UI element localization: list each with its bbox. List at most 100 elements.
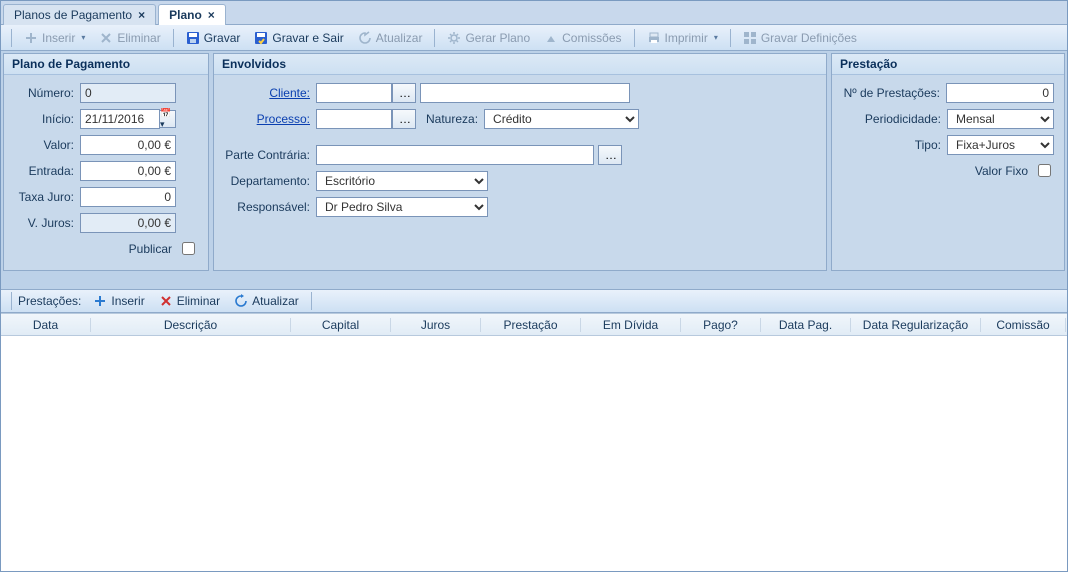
grid-col-data-pag-[interactable]: Data Pag.: [761, 318, 851, 332]
taxa-juro-label: Taxa Juro:: [14, 190, 74, 204]
close-icon[interactable]: ×: [138, 8, 145, 22]
taxa-juro-field[interactable]: [80, 187, 176, 207]
parte-lookup-button[interactable]: …: [598, 145, 622, 165]
sub-inserir-button[interactable]: Inserir: [87, 292, 150, 310]
gravar-sair-button[interactable]: Gravar e Sair: [248, 29, 349, 47]
panel-title: Prestação: [832, 54, 1064, 75]
sub-eliminar-button[interactable]: Eliminar: [153, 292, 226, 310]
vjuros-label: V. Juros:: [14, 216, 74, 230]
natureza-select[interactable]: Crédito: [484, 109, 639, 129]
btn-label: Comissões: [562, 31, 621, 45]
gerar-plano-button[interactable]: Gerar Plano: [441, 29, 536, 47]
grid-header: DataDescriçãoCapitalJurosPrestaçãoEm Dív…: [1, 314, 1067, 336]
departamento-label: Departamento:: [224, 174, 310, 188]
inicio-datepicker[interactable]: 📅▾: [80, 109, 176, 129]
valor-field[interactable]: [80, 135, 176, 155]
dropdown-icon[interactable]: ▾: [81, 33, 85, 42]
periodicidade-label: Periodicidade:: [842, 112, 941, 126]
vjuros-field: [80, 213, 176, 233]
parte-contraria-label: Parte Contrária:: [224, 148, 310, 162]
departamento-select[interactable]: Escritório: [316, 171, 488, 191]
valor-label: Valor:: [14, 138, 74, 152]
panels: Plano de Pagamento Número: Início: 📅▾ Va…: [1, 51, 1067, 273]
publicar-checkbox[interactable]: [182, 242, 195, 255]
grid-col-em-d-vida[interactable]: Em Dívida: [581, 318, 681, 332]
gravar-definicoes-button[interactable]: Gravar Definições: [737, 29, 863, 47]
inicio-input[interactable]: [80, 109, 160, 129]
save-icon: [186, 31, 200, 45]
prestacoes-label: Prestações:: [18, 294, 81, 308]
grid-col-descri-o[interactable]: Descrição: [91, 318, 291, 332]
refresh-icon: [358, 31, 372, 45]
cliente-link[interactable]: Cliente:: [224, 86, 310, 100]
nprestacoes-label: Nº de Prestações:: [842, 86, 940, 100]
panel-prestacao: Prestação Nº de Prestações: Periodicidad…: [831, 53, 1065, 271]
eliminar-button[interactable]: Eliminar: [93, 29, 166, 47]
gravar-button[interactable]: Gravar: [180, 29, 247, 47]
prestacoes-toolbar: Prestações: Inserir Eliminar Atualizar: [1, 289, 1067, 313]
responsavel-label: Responsável:: [224, 200, 310, 214]
save-settings-icon: [743, 31, 757, 45]
prestacoes-grid: DataDescriçãoCapitalJurosPrestaçãoEm Dív…: [1, 313, 1067, 571]
cliente-lookup-button[interactable]: …: [392, 83, 416, 103]
panel-title: Envolvidos: [214, 54, 826, 75]
responsavel-select[interactable]: Dr Pedro Silva: [316, 197, 488, 217]
grid-col-data-regulariza-o[interactable]: Data Regularização: [851, 318, 981, 332]
tipo-select[interactable]: Fixa+Juros: [947, 135, 1054, 155]
dropdown-icon[interactable]: ▾: [714, 33, 718, 42]
inserir-button[interactable]: Inserir ▾: [18, 29, 91, 47]
close-icon[interactable]: ×: [208, 8, 215, 22]
parte-contraria-field[interactable]: [316, 145, 594, 165]
btn-label: Eliminar: [177, 294, 220, 308]
panel-title: Plano de Pagamento: [4, 54, 208, 75]
nprestacoes-field[interactable]: [946, 83, 1054, 103]
periodicidade-select[interactable]: Mensal: [947, 109, 1054, 129]
numero-label: Número:: [14, 86, 74, 100]
natureza-label: Natureza:: [426, 112, 478, 126]
processo-lookup-button[interactable]: …: [392, 109, 416, 129]
save-exit-icon: [254, 31, 268, 45]
entrada-field[interactable]: [80, 161, 176, 181]
processo-link[interactable]: Processo:: [224, 112, 310, 126]
btn-label: Atualizar: [252, 294, 299, 308]
gear-icon: [447, 31, 461, 45]
cliente-name-field[interactable]: [420, 83, 630, 103]
entrada-label: Entrada:: [14, 164, 74, 178]
calendar-icon[interactable]: 📅▾: [160, 110, 176, 128]
numero-field: [80, 83, 176, 103]
grid-col-presta-o[interactable]: Prestação: [481, 318, 581, 332]
atualizar-button[interactable]: Atualizar: [352, 29, 429, 47]
tipo-label: Tipo:: [842, 138, 941, 152]
plus-icon: [24, 31, 38, 45]
btn-label: Gravar Definições: [761, 31, 857, 45]
tab-label: Planos de Pagamento: [14, 8, 132, 22]
panel-envolvidos: Envolvidos Cliente: … Processo: … Nature…: [213, 53, 827, 271]
valorfixo-checkbox[interactable]: [1038, 164, 1051, 177]
tab-plano[interactable]: Plano ×: [158, 4, 226, 25]
processo-code-field[interactable]: [316, 109, 392, 129]
comissoes-button[interactable]: Comissões: [538, 29, 627, 47]
btn-label: Imprimir: [665, 31, 708, 45]
tab-planos-pagamento[interactable]: Planos de Pagamento ×: [3, 4, 156, 25]
refresh-icon: [234, 294, 248, 308]
btn-label: Inserir: [42, 31, 75, 45]
btn-label: Gravar e Sair: [272, 31, 343, 45]
valorfixo-label: Valor Fixo: [975, 164, 1028, 178]
delete-icon: [159, 294, 173, 308]
grid-col-pago-[interactable]: Pago?: [681, 318, 761, 332]
imprimir-button[interactable]: Imprimir ▾: [641, 29, 724, 47]
tab-bar: Planos de Pagamento × Plano ×: [1, 1, 1067, 25]
btn-label: Gravar: [204, 31, 241, 45]
grid-col-juros[interactable]: Juros: [391, 318, 481, 332]
publicar-label: Publicar: [129, 242, 172, 256]
comissoes-icon: [544, 31, 558, 45]
grid-body[interactable]: [1, 336, 1067, 566]
grid-col-comiss-o[interactable]: Comissão: [981, 318, 1066, 332]
inicio-label: Início:: [14, 112, 74, 126]
main-toolbar: Inserir ▾ Eliminar Gravar Gravar e Sair …: [1, 25, 1067, 51]
btn-label: Gerar Plano: [465, 31, 530, 45]
grid-col-data[interactable]: Data: [1, 318, 91, 332]
grid-col-capital[interactable]: Capital: [291, 318, 391, 332]
sub-atualizar-button[interactable]: Atualizar: [228, 292, 305, 310]
cliente-code-field[interactable]: [316, 83, 392, 103]
